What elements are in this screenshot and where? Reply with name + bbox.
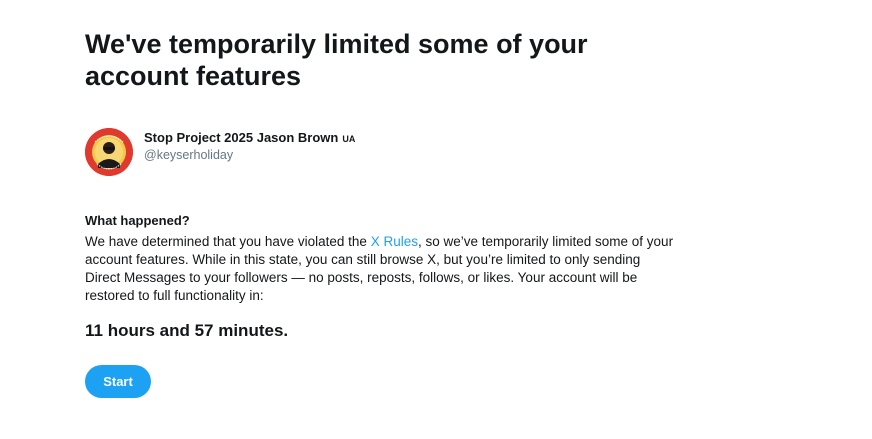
page-title: We've temporarily limited some of your a…: [85, 29, 588, 91]
profile-photo-icon: [85, 128, 133, 176]
description-text-start: We have determined that you have violate…: [85, 234, 371, 249]
account-info: Stop Project 2025 Jason Brown UA @keyser…: [144, 128, 355, 162]
x-rules-link[interactable]: X Rules: [371, 234, 418, 249]
display-name: Stop Project 2025 Jason Brown: [144, 130, 339, 145]
display-name-suffix: UA: [342, 134, 356, 144]
limited-account-notice: We've temporarily limited some of your a…: [0, 0, 872, 439]
account-card: Stop Project 2025 Jason Brown UA @keyser…: [85, 128, 355, 176]
avatar: [85, 128, 133, 176]
account-handle: @keyserholiday: [144, 148, 234, 162]
start-button[interactable]: Start: [85, 365, 151, 398]
restriction-countdown: 11 hours and 57 minutes.: [85, 321, 289, 340]
display-name-row: Stop Project 2025 Jason Brown UA: [144, 130, 355, 145]
what-happened-description: We have determined that you have violate…: [85, 233, 675, 305]
what-happened-title: What happened?: [85, 213, 190, 228]
